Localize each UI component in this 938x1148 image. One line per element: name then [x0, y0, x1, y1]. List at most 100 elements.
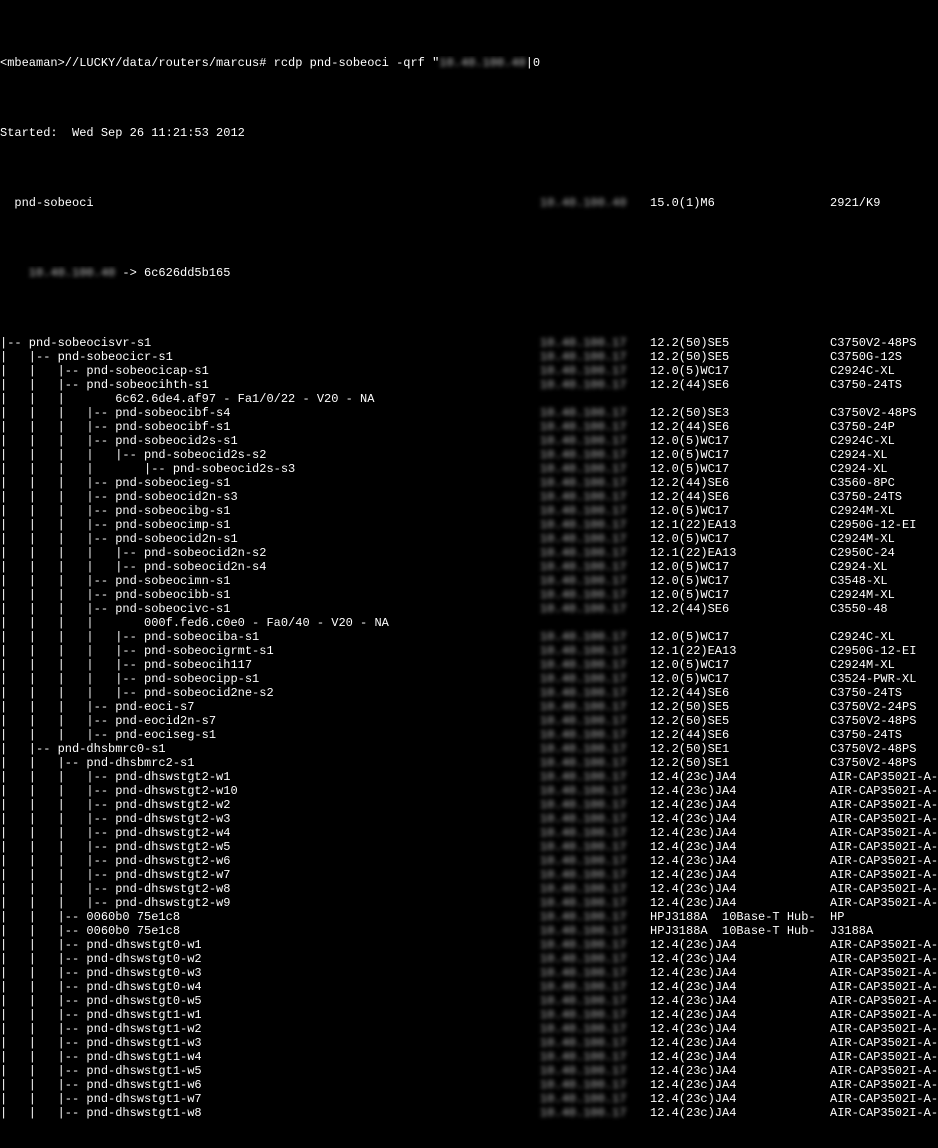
version: 12.0(5)WC17 — [650, 434, 830, 448]
model: J3188A — [830, 924, 938, 938]
tree-row: | | | |-- pnd-eociseg-s110.40.100.1712.2… — [0, 728, 938, 742]
model: AIR-CAP3502I-A-K9 — [830, 980, 938, 994]
tree-label: | | | | |-- pnd-sobeocid2ne-s2 — [0, 686, 540, 700]
version: 12.2(44)SE6 — [650, 686, 830, 700]
model: AIR-CAP3502I-A-K9 — [830, 812, 938, 826]
version: 12.1(22)EA13 — [650, 644, 830, 658]
ip-blur: 10.40.100.17 — [540, 462, 650, 476]
tree-label: | | | | |-- pnd-sobeocih117 — [0, 658, 540, 672]
model: C3550-48 — [830, 602, 938, 616]
version: 12.4(23c)JA4 — [650, 966, 830, 980]
model: C3750-24TS — [830, 728, 938, 742]
tree-label: | | |-- pnd-dhsbmrc2-s1 — [0, 756, 540, 770]
version: 12.4(23c)JA4 — [650, 994, 830, 1008]
ip-blur — [540, 616, 650, 630]
tree-label: | | | |-- pnd-sobeocid2s-s1 — [0, 434, 540, 448]
model: C3750V2-48PS — [830, 406, 938, 420]
version: 12.4(23c)JA4 — [650, 1008, 830, 1022]
tree-label: | | | |-- pnd-dhswstgt2-w5 — [0, 840, 540, 854]
ip-blur: 10.40.100.17 — [540, 1050, 650, 1064]
ip-blur: 10.40.100.17 — [540, 434, 650, 448]
ip-blur: 10.40.100.17 — [540, 728, 650, 742]
version: 12.4(23c)JA4 — [650, 1064, 830, 1078]
ip-blur: 10.40.100.17 — [540, 994, 650, 1008]
tree-row: | | |-- pnd-dhswstgt0-w410.40.100.1712.4… — [0, 980, 938, 994]
tree-row: | | | |-- pnd-dhswstgt2-w310.40.100.1712… — [0, 812, 938, 826]
device-tree: |-- pnd-sobeocisvr-s110.40.100.1712.2(50… — [0, 336, 938, 1120]
tree-row: | | | | 000f.fed6.c0e0 - Fa0/40 - V20 - … — [0, 616, 938, 630]
ip-blur: 10.40.100.17 — [540, 490, 650, 504]
model: AIR-CAP3502I-A-K9 — [830, 1092, 938, 1106]
tree-label: | | |-- pnd-sobeocicap-s1 — [0, 364, 540, 378]
terminal-output: <mbeaman>//LUCKY/data/routers/marcus# rc… — [0, 0, 938, 1148]
ip-blur: 10.40.100.17 — [540, 924, 650, 938]
tree-row: | | | |-- pnd-dhswstgt2-w910.40.100.1712… — [0, 896, 938, 910]
tree-label: | | | |-- pnd-sobeocivc-s1 — [0, 602, 540, 616]
tree-row: | | |-- pnd-dhswstgt1-w110.40.100.1712.4… — [0, 1008, 938, 1022]
version — [650, 392, 830, 406]
tree-row: | | |-- 0060b0 75e1c810.40.100.17HPJ3188… — [0, 924, 938, 938]
version: 12.0(5)WC17 — [650, 462, 830, 476]
tree-row: | | |-- 0060b0 75e1c810.40.100.17HPJ3188… — [0, 910, 938, 924]
model: AIR-CAP3502I-A-K9 — [830, 826, 938, 840]
ip-blur: 10.40.100.17 — [540, 504, 650, 518]
tree-row: | | | |-- pnd-sobeocibf-s110.40.100.1712… — [0, 420, 938, 434]
tree-label: | | | |-- pnd-dhswstgt2-w8 — [0, 882, 540, 896]
prompt-text: <mbeaman>//LUCKY/data/routers/marcus# rc… — [0, 56, 540, 70]
version: 12.0(5)WC17 — [650, 658, 830, 672]
version: 12.4(23c)JA4 — [650, 1036, 830, 1050]
tree-row: | | |-- pnd-dhswstgt1-w210.40.100.1712.4… — [0, 1022, 938, 1036]
version: 12.2(50)SE5 — [650, 336, 830, 350]
version: 12.0(5)WC17 — [650, 448, 830, 462]
tree-label: | | |-- pnd-dhswstgt0-w3 — [0, 966, 540, 980]
ip-blur: 10.40.100.17 — [540, 966, 650, 980]
tree-row: | | | |-- pnd-sobeocimn-s110.40.100.1712… — [0, 574, 938, 588]
ip-blur: 10.40.100.17 — [540, 1064, 650, 1078]
tree-row: | | | |-- pnd-sobeocibb-s110.40.100.1712… — [0, 588, 938, 602]
version: 12.4(23c)JA4 — [650, 1022, 830, 1036]
tree-label: |-- pnd-sobeocisvr-s1 — [0, 336, 540, 350]
tree-label: | | | |-- pnd-dhswstgt2-w3 — [0, 812, 540, 826]
tree-label: | | |-- 0060b0 75e1c8 — [0, 910, 540, 924]
version: 12.2(44)SE6 — [650, 420, 830, 434]
model: C3750-24P — [830, 420, 938, 434]
ip-blur: 10.40.100.40 — [540, 196, 650, 210]
tree-row: | | |-- pnd-dhswstgt1-w410.40.100.1712.4… — [0, 1050, 938, 1064]
tree-label: | | |-- pnd-dhswstgt1-w1 — [0, 1008, 540, 1022]
ip-blur: 10.40.100.17 — [540, 840, 650, 854]
ip-blur: 10.40.100.17 — [540, 756, 650, 770]
version: 12.4(23c)JA4 — [650, 854, 830, 868]
model: C2924M-XL — [830, 504, 938, 518]
tree-row: | | |-- pnd-dhswstgt1-w810.40.100.1712.4… — [0, 1106, 938, 1120]
ip-blur: 10.40.100.17 — [540, 686, 650, 700]
ip-blur: 10.40.100.17 — [540, 1092, 650, 1106]
version: 12.4(23c)JA4 — [650, 1050, 830, 1064]
version: 12.4(23c)JA4 — [650, 784, 830, 798]
version: 12.4(23c)JA4 — [650, 812, 830, 826]
tree-label: | | |-- pnd-dhswstgt0-w1 — [0, 938, 540, 952]
version: 12.0(5)WC17 — [650, 364, 830, 378]
tree-label: | | | |-- pnd-sobeocid2n-s3 — [0, 490, 540, 504]
tree-row: | | | |-- pnd-sobeocibf-s410.40.100.1712… — [0, 406, 938, 420]
model: C3750V2-48PS — [830, 756, 938, 770]
tree-label: | | | | |-- pnd-sobeocipp-s1 — [0, 672, 540, 686]
ip-blur: 10.40.100.17 — [540, 770, 650, 784]
model: AIR-CAP3502I-A-K9 — [830, 994, 938, 1008]
model: AIR-CAP3502I-A-K9 — [830, 1036, 938, 1050]
version: 12.4(23c)JA4 — [650, 1106, 830, 1120]
model: AIR-CAP3502I-A-K9 — [830, 1050, 938, 1064]
version: 12.4(23c)JA4 — [650, 980, 830, 994]
tree-row: | | | |-- pnd-eoci-s710.40.100.1712.2(50… — [0, 700, 938, 714]
tree-label: | | |-- pnd-dhswstgt1-w4 — [0, 1050, 540, 1064]
tree-label: | | |-- pnd-dhswstgt1-w6 — [0, 1078, 540, 1092]
version: 12.2(44)SE6 — [650, 476, 830, 490]
tree-label: | | | | |-- pnd-sobeocid2s-s2 — [0, 448, 540, 462]
version: 12.2(44)SE6 — [650, 728, 830, 742]
ip-blur: 10.40.100.17 — [540, 630, 650, 644]
ip-blur: 10.40.100.17 — [540, 350, 650, 364]
tree-row: | |-- pnd-dhsbmrc0-s110.40.100.1712.2(50… — [0, 742, 938, 756]
version: 12.4(23c)JA4 — [650, 952, 830, 966]
ip-blur: 10.40.100.17 — [540, 1106, 650, 1120]
ip-blur: 10.40.100.17 — [540, 742, 650, 756]
tree-label: | | | |-- pnd-sobeocibg-s1 — [0, 504, 540, 518]
